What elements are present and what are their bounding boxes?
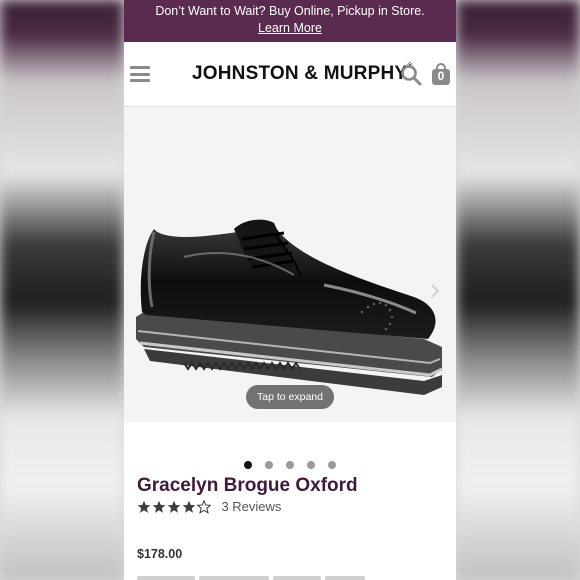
- blurred-backdrop-right: [456, 0, 580, 580]
- reviews-link[interactable]: 3 Reviews: [221, 499, 281, 514]
- site-header: JOHNSTON & MURPHY® 0: [124, 42, 456, 107]
- logo-text: JOHNSTON & MURPHY: [192, 63, 408, 84]
- blurred-backdrop-left: [0, 0, 124, 580]
- product-price: $178.00: [137, 547, 183, 561]
- promo-learn-more-link[interactable]: Learn More: [258, 20, 322, 37]
- product-image[interactable]: Tap to expand: [124, 107, 456, 422]
- promo-banner: Don’t Want to Wait? Buy Online, Pickup i…: [124, 0, 456, 42]
- gallery-dot[interactable]: [265, 461, 273, 469]
- cart-count: 0: [437, 69, 445, 83]
- phone-screen: Don’t Want to Wait? Buy Online, Pickup i…: [124, 0, 456, 580]
- cut-off-content: [137, 571, 456, 580]
- promo-text: Don’t Want to Wait? Buy Online, Pickup i…: [155, 4, 425, 18]
- shopping-bag-icon[interactable]: 0: [430, 62, 452, 86]
- product-title: Gracelyn Brogue Oxford: [137, 475, 358, 496]
- gallery-dot[interactable]: [286, 461, 294, 469]
- hamburger-menu-icon[interactable]: [130, 66, 150, 82]
- shoe-illustration: [136, 219, 443, 395]
- gallery-dot[interactable]: [328, 461, 336, 469]
- search-icon[interactable]: [400, 64, 422, 86]
- rating-stars-icon: [137, 500, 211, 514]
- gallery-dot[interactable]: [307, 461, 315, 469]
- tap-to-expand-button[interactable]: Tap to expand: [246, 385, 334, 409]
- brand-logo[interactable]: JOHNSTON & MURPHY®: [192, 63, 413, 85]
- gallery-dot[interactable]: [244, 461, 252, 469]
- product-rating[interactable]: 3 Reviews: [137, 498, 281, 514]
- gallery-pagination: [124, 456, 456, 474]
